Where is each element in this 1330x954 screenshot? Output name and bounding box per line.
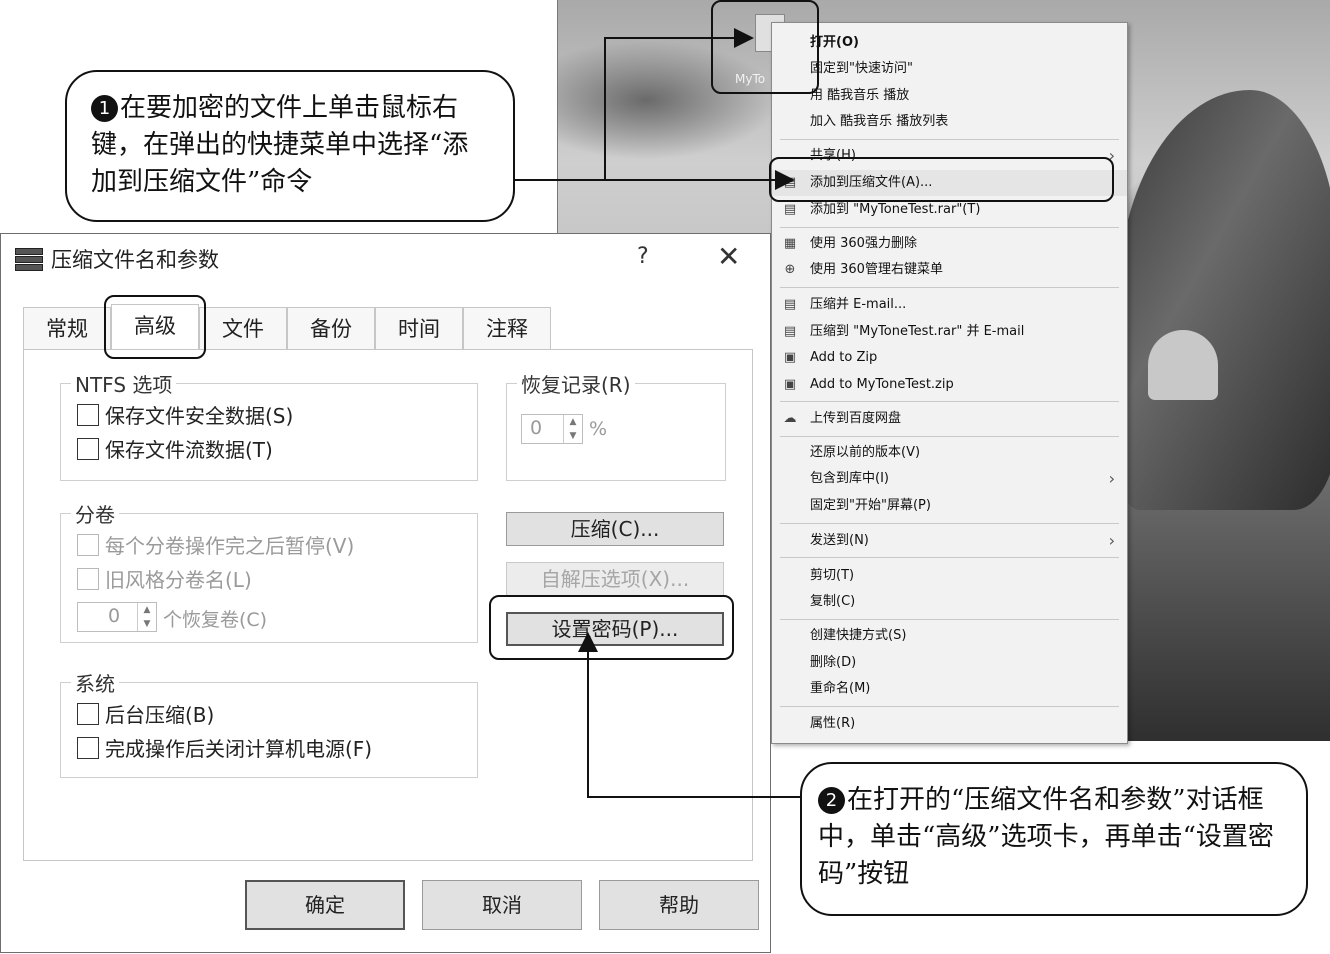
- menu-item-360-delete[interactable]: ▦ 使用 360强力删除: [772, 231, 1127, 257]
- menu-item-compress-rar-email[interactable]: ▤ 压缩到 "MyToneTest.rar" 并 E-mail: [772, 319, 1127, 345]
- menu-item-send-to[interactable]: 发送到(N) ›: [772, 528, 1127, 554]
- rock-arch: [1148, 330, 1218, 400]
- old-style-volume-names-checkbox[interactable]: 旧风格分卷名(L): [77, 566, 252, 594]
- recovery-record-spinner[interactable]: 0 ▲ ▼: [521, 414, 583, 444]
- file-icon-highlight: [711, 0, 819, 94]
- menu-separator: [780, 619, 1119, 620]
- winrar-icon: ▤: [783, 202, 797, 217]
- menu-item-360-manage[interactable]: ⊕ 使用 360管理右键菜单: [772, 257, 1127, 283]
- baidu-cloud-icon: ☁: [783, 411, 797, 426]
- advanced-tab-highlight: [104, 295, 206, 359]
- menu-separator: [780, 287, 1119, 288]
- ntfs-options-group: NTFS 选项 保存文件安全数据(S) 保存文件流数据(T): [60, 369, 478, 481]
- ok-button[interactable]: 确定: [245, 880, 405, 930]
- zip-icon: ▣: [783, 350, 797, 365]
- sea-rock: [1118, 90, 1330, 510]
- recovery-volumes-label: 个恢复卷(C): [163, 609, 268, 631]
- save-security-checkbox[interactable]: 保存文件安全数据(S): [77, 402, 293, 430]
- step2-callout: 2 在打开的“压缩文件名和参数”对话框中，单击“高级”选项卡，再单击“设置密码”按…: [800, 762, 1308, 916]
- menu-item-cut[interactable]: 剪切(T): [772, 563, 1127, 589]
- sfx-options-button[interactable]: 自解压选项(X)...: [506, 562, 724, 596]
- tab-time[interactable]: 时间: [375, 307, 463, 349]
- compression-button[interactable]: 压缩(C)...: [506, 512, 724, 546]
- menu-item-restore-previous[interactable]: 还原以前的版本(V): [772, 440, 1127, 466]
- shutdown-after-checkbox[interactable]: 完成操作后关闭计算机电源(F): [77, 735, 372, 763]
- menu-item-baidu-upload[interactable]: ☁ 上传到百度网盘: [772, 406, 1127, 432]
- winrar-icon: ▤: [783, 297, 797, 312]
- menu-item-copy[interactable]: 复制(C): [772, 589, 1127, 615]
- recovery-record-group: 恢复记录(R) 0 ▲ ▼ %: [506, 369, 726, 481]
- menu-separator: [780, 706, 1119, 707]
- menu-item-rename[interactable]: 重命名(M): [772, 676, 1127, 702]
- zip-icon: ▣: [783, 377, 797, 392]
- volumes-label: 分卷: [71, 499, 119, 528]
- background-compress-checkbox[interactable]: 后台压缩(B): [77, 701, 214, 729]
- pause-after-volume-checkbox[interactable]: 每个分卷操作完之后暂停(V): [77, 532, 354, 560]
- recovery-record-label: 恢复记录(R): [517, 369, 635, 398]
- dialog-title: 压缩文件名和参数: [51, 248, 219, 272]
- menu-item-open[interactable]: 打开(O): [772, 30, 1127, 56]
- spinner-arrows-icon[interactable]: ▲ ▼: [137, 603, 156, 631]
- system-group: 系统 后台压缩(B) 完成操作后关闭计算机电源(F): [60, 668, 478, 778]
- 360-manage-icon: ⊕: [784, 262, 796, 277]
- menu-item-create-shortcut[interactable]: 创建快捷方式(S): [772, 623, 1127, 649]
- system-label: 系统: [71, 668, 119, 697]
- menu-separator: [780, 523, 1119, 524]
- winrar-icon: ▤: [783, 324, 797, 339]
- menu-item-compress-email[interactable]: ▤ 压缩并 E-mail...: [772, 292, 1127, 318]
- add-to-archive-highlight: [769, 157, 1114, 202]
- tab-general[interactable]: 常规: [23, 307, 111, 349]
- menu-item-pin-start[interactable]: 固定到"开始"屏幕(P): [772, 493, 1127, 519]
- ntfs-options-label: NTFS 选项: [71, 369, 177, 398]
- step2-number-badge: 2: [818, 787, 845, 814]
- step1-callout: 1 在要加密的文件上单击鼠标右键，在弹出的快捷菜单中选择“添加到压缩文件”命令: [65, 70, 515, 222]
- step1-number-badge: 1: [91, 95, 118, 122]
- volumes-group: 分卷 每个分卷操作完之后暂停(V) 旧风格分卷名(L) 0 ▲ ▼ 个恢复卷(C): [60, 499, 478, 643]
- tab-backup[interactable]: 备份: [287, 307, 375, 349]
- chevron-right-icon: ›: [1108, 469, 1115, 488]
- tab-comment[interactable]: 注释: [463, 307, 551, 349]
- chevron-right-icon: ›: [1108, 531, 1115, 550]
- recovery-record-unit: %: [589, 418, 608, 440]
- step2-text: 在打开的“压缩文件名和参数”对话框中，单击“高级”选项卡，再单击“设置密码”按钮: [818, 785, 1274, 889]
- menu-separator: [780, 139, 1119, 140]
- winrar-icon: [15, 248, 43, 272]
- menu-item-include-library[interactable]: 包含到库中(I) ›: [772, 466, 1127, 492]
- menu-item-delete[interactable]: 删除(D): [772, 650, 1127, 676]
- cancel-button[interactable]: 取消: [422, 880, 582, 930]
- close-icon[interactable]: ✕: [717, 240, 740, 273]
- menu-separator: [780, 401, 1119, 402]
- context-menu: 打开(O) 固定到"快速访问" 用 酷我音乐 播放 加入 酷我音乐 播放列表 共…: [771, 22, 1128, 744]
- 360-delete-icon: ▦: [783, 236, 797, 251]
- tab-files[interactable]: 文件: [199, 307, 287, 349]
- help-icon[interactable]: ?: [637, 244, 649, 269]
- set-password-highlight: [489, 595, 734, 660]
- spinner-arrows-icon[interactable]: ▲ ▼: [563, 415, 582, 443]
- menu-separator: [780, 227, 1119, 228]
- menu-separator: [780, 436, 1119, 437]
- menu-item-add-to-mytonetest-zip[interactable]: ▣ Add to MyToneTest.zip: [772, 372, 1127, 398]
- menu-separator: [780, 557, 1119, 558]
- menu-item-add-to-zip[interactable]: ▣ Add to Zip: [772, 345, 1127, 371]
- recovery-volumes-spinner[interactable]: 0 ▲ ▼: [77, 602, 157, 632]
- menu-item-properties[interactable]: 属性(R): [772, 711, 1127, 737]
- menu-item-pin-quick-access[interactable]: 固定到"快速访问": [772, 56, 1127, 82]
- save-streams-checkbox[interactable]: 保存文件流数据(T): [77, 436, 273, 464]
- help-button[interactable]: 帮助: [599, 880, 759, 930]
- menu-item-kuwo-play[interactable]: 用 酷我音乐 播放: [772, 83, 1127, 109]
- step1-text: 在要加密的文件上单击鼠标右键，在弹出的快捷菜单中选择“添加到压缩文件”命令: [91, 93, 469, 197]
- menu-item-kuwo-playlist[interactable]: 加入 酷我音乐 播放列表: [772, 109, 1127, 135]
